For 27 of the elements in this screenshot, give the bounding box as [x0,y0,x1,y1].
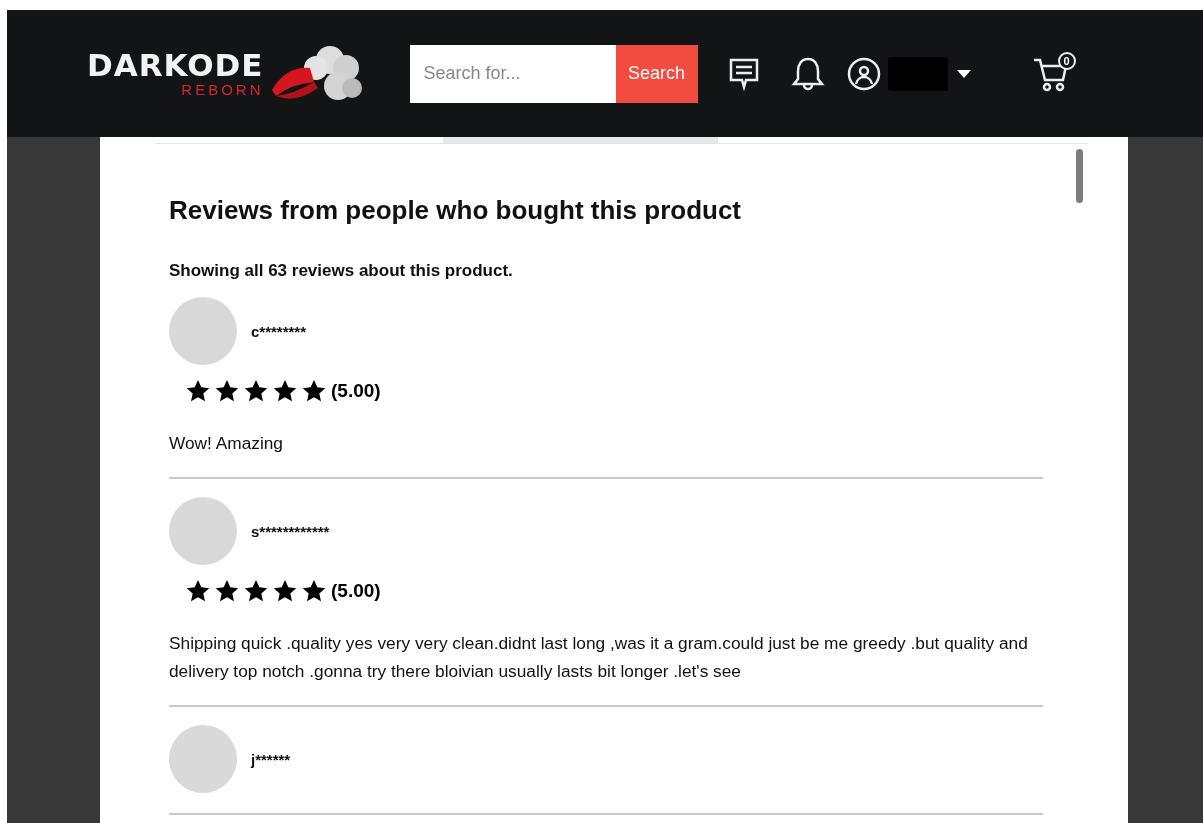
search-field[interactable]: Search for... [409,44,616,103]
star-icon [214,579,240,603]
logo-title: DARKODE [87,48,264,81]
section-title: Reviews from people who bought this product [169,195,742,226]
scrollbar-thumb[interactable] [1076,149,1083,203]
review-text: Shipping quick .quality yes very very clean.didnt last long ,was it a gram.could just be me greedy .but quality and delivery top notch .gonna try there bloivian usually lasts bit longer .let's see [169,632,1029,683]
star-icon [301,379,327,403]
star-icon [243,579,269,603]
reviewer-name: s************ [251,522,330,540]
logo-subtitle: REBORN [181,80,264,99]
star-icon [185,379,211,403]
reviewer-name: j****** [251,750,291,768]
star-icon [272,379,298,403]
reviewer-name: c******** [251,322,307,340]
review-count: Showing all 63 reviews about this product. [169,261,514,281]
user-icon[interactable] [845,55,882,92]
rating-value: (5.00) [331,580,381,602]
caret-icon[interactable] [955,68,972,79]
star-icon [243,379,269,403]
star-icon [185,579,211,603]
rating-value: (5.00) [331,380,381,402]
star-icon [214,379,240,403]
cart-count: 0 [1057,51,1076,70]
star-icon [272,579,298,603]
search-button[interactable]: Search [615,44,698,103]
review-text: Wow! Amazing [169,432,284,455]
star-icon [301,579,327,603]
